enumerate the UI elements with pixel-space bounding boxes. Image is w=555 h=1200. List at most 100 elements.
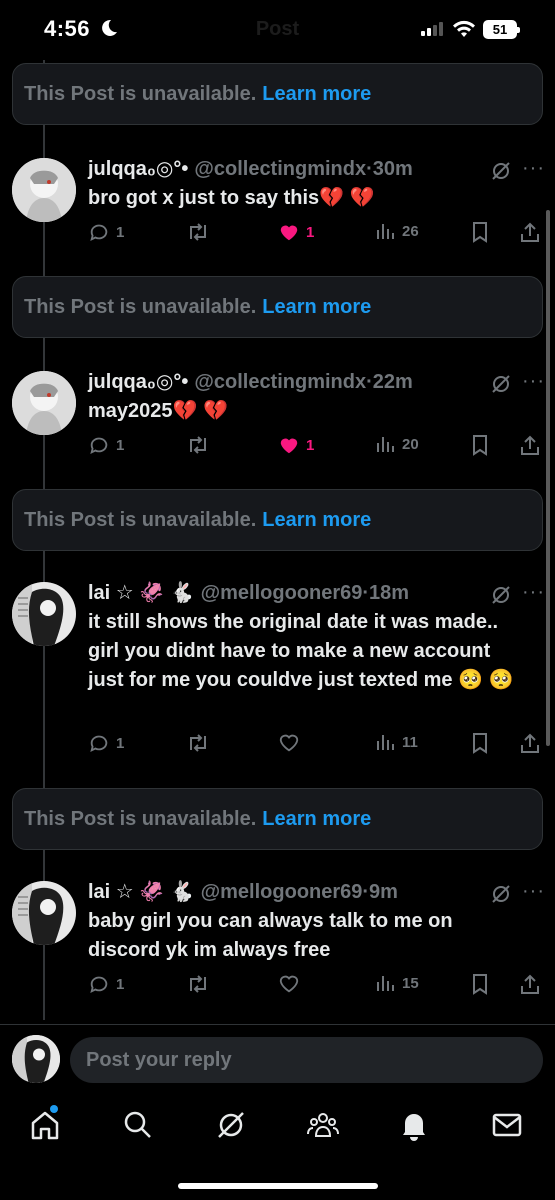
- unavailable-text: This Post is unavailable.: [24, 295, 257, 318]
- repost-button[interactable]: [186, 434, 210, 456]
- more-options-icon[interactable]: ···: [522, 370, 545, 393]
- tab-notifications[interactable]: [397, 1108, 431, 1142]
- repost-button[interactable]: [186, 221, 210, 243]
- home-icon: [31, 1111, 59, 1140]
- post-actions: 1 1 20: [88, 434, 543, 460]
- grok-icon[interactable]: [490, 160, 512, 182]
- avatar[interactable]: [12, 371, 76, 435]
- reply-button[interactable]: 1: [88, 973, 124, 995]
- share-icon[interactable]: [519, 732, 541, 754]
- views-button[interactable]: 15: [376, 973, 419, 993]
- share-icon[interactable]: [519, 221, 541, 243]
- handle-time[interactable]: @mellogooner69·9m: [201, 881, 398, 903]
- more-options-icon[interactable]: ···: [522, 880, 545, 903]
- views-button[interactable]: 20: [376, 434, 419, 454]
- bookmark-icon[interactable]: [470, 221, 490, 243]
- unavailable-post-card: This Post is unavailable. Learn more: [12, 63, 543, 125]
- notifications-icon: [403, 1114, 425, 1141]
- grok-icon[interactable]: [490, 883, 512, 905]
- tab-search[interactable]: [121, 1108, 155, 1142]
- tab-messages[interactable]: [490, 1108, 524, 1142]
- share-icon[interactable]: [519, 973, 541, 995]
- bookmark-icon[interactable]: [470, 434, 490, 456]
- learn-more-link[interactable]: Learn more: [262, 808, 371, 831]
- views-icon: [377, 735, 394, 750]
- post-header: julqqa₀◎°• @collectingmindx·22m: [88, 369, 413, 395]
- reply-icon: [90, 735, 108, 753]
- learn-more-link[interactable]: Learn more: [262, 83, 371, 106]
- share-icon[interactable]: [519, 434, 541, 456]
- views-icon: [377, 976, 394, 991]
- grok-icon: [218, 1112, 244, 1138]
- heart-filled-icon: [280, 438, 298, 454]
- more-options-icon[interactable]: ···: [522, 157, 545, 180]
- reply-button[interactable]: 1: [88, 732, 124, 754]
- repost-icon: [190, 223, 206, 241]
- views-icon: [377, 224, 394, 239]
- heart-filled-icon: [280, 225, 298, 241]
- battery-indicator: 51: [483, 20, 520, 39]
- like-count: 1: [306, 436, 315, 454]
- views-icon: [377, 437, 394, 452]
- tab-communities[interactable]: [306, 1108, 340, 1142]
- unavailable-text: This Post is unavailable.: [24, 508, 257, 531]
- scrollbar[interactable]: [546, 210, 550, 746]
- post-actions: 1 11: [88, 732, 543, 758]
- my-avatar[interactable]: [12, 1035, 60, 1083]
- messages-icon: [492, 1113, 522, 1137]
- post-text: may2025💔 💔: [88, 400, 228, 422]
- reply-count: 1: [116, 223, 125, 241]
- moon-icon: [102, 19, 117, 36]
- search-icon: [124, 1111, 151, 1138]
- reply-button[interactable]: 1: [88, 221, 124, 243]
- more-options-icon[interactable]: ···: [522, 581, 545, 604]
- display-name[interactable]: julqqa₀◎°•: [88, 158, 188, 180]
- avatar[interactable]: [12, 158, 76, 222]
- display-name[interactable]: lai ☆ 🦑 🐇: [88, 582, 195, 604]
- status-time: 4:56: [44, 16, 91, 41]
- tab-grok[interactable]: [214, 1108, 248, 1142]
- unavailable-post-card: This Post is unavailable. Learn more: [12, 276, 543, 338]
- avatar[interactable]: [12, 582, 76, 646]
- status-bar: Post 4:56 51: [0, 0, 555, 60]
- post-actions: 1 1 26: [88, 221, 543, 247]
- reply-icon: [90, 976, 108, 994]
- repost-button[interactable]: [186, 973, 210, 995]
- views-button[interactable]: 11: [376, 732, 418, 752]
- tab-home[interactable]: [28, 1105, 62, 1142]
- repost-icon: [190, 436, 206, 454]
- grok-icon[interactable]: [490, 373, 512, 395]
- like-button[interactable]: 1: [278, 434, 314, 456]
- repost-button[interactable]: [186, 732, 210, 754]
- like-button[interactable]: [278, 973, 300, 995]
- handle-time[interactable]: @collectingmindx·30m: [194, 158, 412, 180]
- like-button[interactable]: [278, 732, 300, 754]
- home-indicator[interactable]: [178, 1183, 378, 1189]
- unavailable-text: This Post is unavailable.: [24, 807, 257, 830]
- reply-button[interactable]: 1: [88, 434, 124, 456]
- bookmark-icon[interactable]: [470, 973, 490, 995]
- like-button[interactable]: 1: [278, 221, 314, 243]
- bookmark-icon[interactable]: [470, 732, 490, 754]
- learn-more-link[interactable]: Learn more: [262, 509, 371, 532]
- handle-time[interactable]: @mellogooner69·18m: [201, 582, 409, 604]
- post-header: lai ☆ 🦑 🐇 @mellogooner69·9m: [88, 879, 398, 905]
- display-name[interactable]: lai ☆ 🦑 🐇: [88, 881, 195, 903]
- views-button[interactable]: 26: [376, 221, 419, 241]
- wifi-icon: [453, 20, 475, 37]
- handle-time[interactable]: @collectingmindx·22m: [194, 371, 412, 393]
- reply-icon: [90, 437, 108, 455]
- display-name[interactable]: julqqa₀◎°•: [88, 371, 188, 393]
- repost-icon: [190, 734, 206, 752]
- learn-more-link[interactable]: Learn more: [262, 296, 371, 319]
- reply-bar: [0, 1024, 555, 1096]
- view-count: 26: [402, 222, 419, 240]
- grok-icon[interactable]: [490, 584, 512, 606]
- view-count: 11: [402, 733, 418, 751]
- view-count: 15: [402, 974, 419, 992]
- post-text: baby girl you can always talk to me on d…: [88, 910, 453, 961]
- unavailable-post-card: This Post is unavailable. Learn more: [12, 788, 543, 850]
- reply-input[interactable]: [70, 1037, 543, 1083]
- battery-level: 51: [492, 22, 508, 37]
- avatar[interactable]: [12, 881, 76, 945]
